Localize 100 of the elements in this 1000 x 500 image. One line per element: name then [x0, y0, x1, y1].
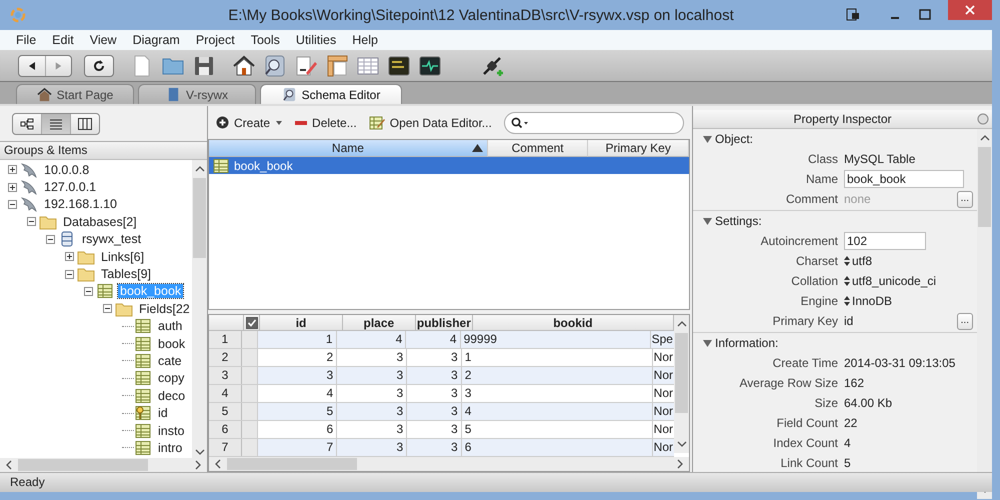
expand-icon[interactable]	[8, 165, 17, 174]
scrollbar-thumb[interactable]	[978, 147, 991, 227]
chevron-left-icon[interactable]	[5, 460, 13, 470]
expand-icon[interactable]	[8, 182, 17, 192]
tree-item[interactable]: id	[156, 406, 170, 420]
select-field[interactable]: InnoDB	[844, 294, 892, 308]
text-field[interactable]: 102	[844, 232, 926, 250]
vertical-scrollbar[interactable]	[977, 129, 992, 499]
tree-item[interactable]: book	[156, 336, 188, 351]
text-field[interactable]: book_book	[844, 170, 964, 188]
scrollbar-thumb[interactable]	[18, 459, 148, 471]
segmented-control[interactable]	[12, 112, 100, 134]
document-pencil-icon[interactable]	[294, 54, 318, 78]
chevron-up-icon[interactable]	[676, 320, 686, 328]
minus-icon	[295, 120, 308, 125]
table-icon	[134, 370, 152, 386]
back-forward-buttons[interactable]	[18, 54, 72, 76]
view-mode-button[interactable]	[41, 114, 70, 134]
column-header[interactable]: publisher	[416, 315, 473, 331]
column-header[interactable]: Name	[209, 140, 488, 158]
column-header[interactable]: id	[260, 315, 343, 331]
create-button[interactable]: Create	[216, 116, 284, 130]
plus-circle-icon	[216, 116, 229, 130]
collapse-icon[interactable]	[27, 217, 36, 226]
database-search-icon[interactable]	[263, 54, 287, 78]
collapse-icon[interactable]	[46, 234, 55, 244]
menu-item[interactable]: Diagram	[124, 33, 188, 47]
activity-monitor-icon[interactable]	[418, 54, 442, 78]
tree-item[interactable]: Databases[2]	[61, 214, 139, 229]
expand-icon[interactable]	[65, 252, 74, 262]
chevron-left-icon[interactable]	[214, 459, 222, 469]
select-field[interactable]: utf8	[844, 254, 872, 268]
horizontal-scrollbar[interactable]	[209, 457, 689, 471]
menu-item[interactable]: View	[82, 33, 125, 47]
collapse-triangle-icon[interactable]	[703, 338, 712, 348]
caret-icon	[275, 120, 284, 126]
tree-item[interactable]: Links[6]	[99, 250, 146, 264]
collapse-icon[interactable]	[65, 270, 74, 279]
vertical-scrollbar[interactable]	[192, 160, 207, 461]
menu-item[interactable]: File	[8, 33, 44, 47]
terminal-icon[interactable]	[387, 54, 411, 78]
tree-item[interactable]: rsywx_test	[80, 232, 144, 246]
scrollbar-thumb[interactable]	[675, 333, 688, 413]
tab[interactable]: Start Page	[16, 84, 134, 104]
table-cell: Nor	[652, 439, 674, 456]
home-icon[interactable]	[232, 54, 256, 78]
tree-item[interactable]: 192.168.1.10	[42, 197, 119, 212]
scrollbar-thumb[interactable]	[227, 458, 357, 470]
tree-item[interactable]: copy	[156, 371, 186, 386]
menu-item[interactable]: Tools	[242, 33, 288, 47]
ruler-icon[interactable]	[325, 54, 349, 78]
column-header[interactable]: place	[342, 315, 416, 331]
scrollbar-thumb[interactable]	[193, 178, 206, 258]
open-data-editor-button[interactable]: Open Data Editor...	[368, 114, 492, 131]
collapse-icon[interactable]	[103, 304, 112, 314]
tree-item[interactable]: deco	[156, 388, 188, 403]
tab[interactable]: V-rsywx	[138, 84, 256, 104]
tree-item[interactable]: Tables[9]	[99, 267, 154, 282]
menu-item[interactable]: Project	[188, 33, 243, 47]
more-button[interactable]: ...	[956, 312, 973, 330]
select-field[interactable]: utf8_unicode_ci	[844, 274, 936, 288]
horizontal-scrollbar[interactable]	[0, 458, 207, 472]
menu-item[interactable]: Help	[344, 33, 386, 47]
collapse-icon[interactable]	[84, 286, 93, 296]
close-button[interactable]	[948, 0, 992, 20]
tab[interactable]: Schema Editor	[260, 84, 402, 104]
column-header[interactable]: Primary Key	[588, 140, 689, 158]
chevron-up-icon[interactable]	[194, 165, 204, 173]
search-field[interactable]	[504, 112, 684, 134]
tree-item[interactable]: cate	[156, 354, 184, 368]
maximize-icon[interactable]	[918, 8, 932, 22]
refresh-button[interactable]	[84, 54, 114, 76]
circle-icon[interactable]	[977, 113, 989, 125]
tree-item[interactable]: auth	[156, 319, 184, 334]
column-header[interactable]: bookid	[472, 315, 674, 331]
table-row[interactable]: book_book	[209, 157, 689, 174]
column-header[interactable]: Comment	[488, 140, 588, 158]
window-snap-icon[interactable]	[846, 8, 860, 22]
tree-item[interactable]: 127.0.0.1	[42, 180, 98, 194]
table-cell: Spe	[650, 331, 674, 348]
table-icon	[134, 352, 152, 369]
row-number: 6	[209, 421, 242, 438]
table-cell: 2	[258, 349, 338, 366]
chevron-up-icon[interactable]	[980, 134, 990, 142]
menu-item[interactable]: Utilities	[288, 33, 344, 47]
collapse-icon[interactable]	[8, 200, 17, 209]
chevron-right-icon[interactable]	[194, 460, 202, 470]
vertical-scrollbar[interactable]	[674, 315, 689, 453]
collapse-triangle-icon[interactable]	[703, 134, 712, 144]
tree-item[interactable]: Fields[22	[137, 302, 192, 316]
collapse-triangle-icon[interactable]	[703, 216, 712, 226]
chevron-down-icon[interactable]	[194, 448, 204, 456]
tree-item[interactable]: 10.0.0.8	[42, 162, 92, 177]
tree-item[interactable]: intro	[156, 440, 184, 455]
chevron-right-icon[interactable]	[676, 459, 684, 469]
status-bar: Ready	[0, 472, 992, 492]
delete-button[interactable]: Delete...	[295, 116, 357, 130]
menu-item[interactable]: Edit	[44, 33, 82, 47]
tree-item[interactable]: insto	[156, 424, 186, 438]
chevron-down-icon[interactable]	[676, 440, 686, 448]
